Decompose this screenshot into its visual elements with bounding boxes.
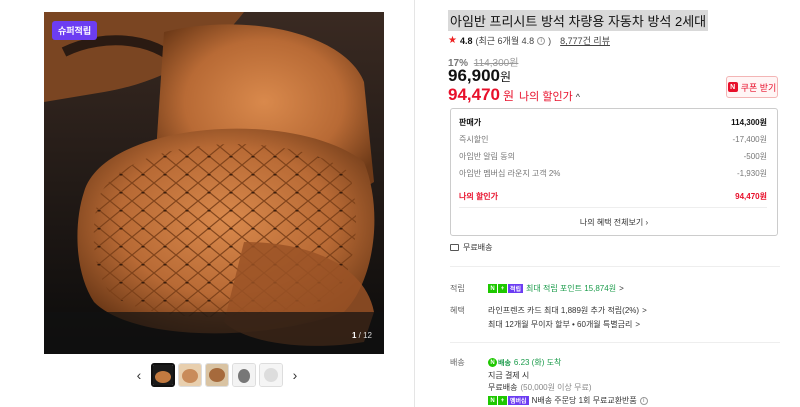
sale-price: 96,900원 (448, 66, 511, 86)
rating-score: 4.8 (459, 35, 473, 46)
arrival-date: 6.23 (화) 도착 (513, 358, 562, 367)
image-counter-total: / 12 (358, 331, 372, 340)
coupon-label: 쿠폰 받기 (740, 82, 777, 93)
installment-text: 최대 12개월 무이자 할부 • 60개월 특별금리 (488, 320, 633, 329)
my-price-value: 94,470 (448, 85, 500, 104)
installment-row[interactable]: 최대 12개월 무이자 할부 • 60개월 특별금리 > (488, 319, 640, 330)
points-label: 적립 (450, 284, 465, 293)
price-row: 아임반 알림 동의 -500원 (459, 151, 767, 162)
delivery-arrival-row: N 배송 6.23 (화) 도착 (488, 357, 561, 368)
free-shipping-label: 무료배송 (463, 243, 493, 252)
review-count-link[interactable]: 8,777건 리뷰 (560, 34, 610, 47)
my-price-row-value: 94,470원 (735, 192, 767, 201)
my-price-row-label: 나의 할인가 (459, 192, 499, 201)
super-points-badge: 슈퍼적립 (52, 21, 98, 40)
image-counter-current: 1 (351, 331, 357, 340)
naver-plus-icon: N + 적립 (488, 284, 524, 293)
thumbnail-1[interactable] (151, 363, 175, 387)
price-row-value: -1,930원 (736, 169, 767, 178)
sale-price-value: 96,900 (448, 66, 500, 85)
chevron-left-icon[interactable]: ‹ (130, 363, 148, 387)
free-return-line[interactable]: N + 멤버십 N배송 주문당 1회 무료교환반품 i (488, 395, 648, 406)
chevron-right-icon: › (645, 218, 649, 227)
price-breakdown-box: 판매가 114,300원 즉시할인 -17,400원 아임반 알림 동의 -50… (450, 108, 778, 236)
delivery-free-note: (50,000원 이상 무료) (520, 383, 592, 392)
divider (459, 207, 767, 208)
price-row-value: -17,400원 (732, 135, 768, 144)
info-icon[interactable]: i (537, 36, 546, 45)
naver-n-icon: N (727, 82, 738, 92)
n-delivery-icon: N (488, 358, 497, 367)
view-all-benefits-link[interactable]: 나의 혜택 전체보기 › (451, 217, 777, 228)
membership-badge-text: 멤버십 (508, 396, 529, 405)
price-row: 즉시할인 -17,400원 (459, 134, 767, 145)
points-text: 최대 적립 포인트 15,874원 (526, 284, 617, 293)
info-icon[interactable]: i (639, 396, 648, 405)
product-main-image[interactable]: 슈퍼적립 1 / 12 (44, 12, 384, 354)
truck-icon (450, 244, 459, 251)
naver-plus-icon: N + 멤버십 (488, 396, 529, 405)
card-benefit-row[interactable]: 라인프렌즈 카드 최대 1,889원 추가 적립(2%) > (488, 305, 647, 316)
thumbnail-2[interactable] (178, 363, 202, 387)
free-shipping-row: 무료배송 (450, 242, 492, 253)
free-return-text: N배송 주문당 1회 무료교환반품 (531, 396, 637, 405)
my-price-unit: 원 (503, 89, 515, 103)
price-row-label: 아임반 멤버십 라운지 고객 2% (459, 169, 561, 178)
thumbnail-3[interactable] (205, 363, 229, 387)
delivery-line: 지금 결제 시 (488, 370, 529, 381)
price-row-label: 아임반 알림 동의 (459, 152, 515, 161)
price-row-value: 114,300원 (731, 118, 767, 127)
rating-row: ★ 4.8 (최근 6개월 4.8 i ) 8,777건 리뷰 (448, 34, 610, 47)
n-delivery-badge: N 배송 (488, 358, 511, 368)
delivery-label: 배송 (450, 358, 465, 367)
delivery-free-line: 무료배송 (50,000원 이상 무료) (488, 382, 592, 393)
thumbnail-4[interactable] (232, 363, 256, 387)
my-price-label: 나의 할인가 (519, 91, 573, 103)
chevron-right-icon: > (642, 306, 647, 315)
product-info-panel: 아임반 프리시트 방석 차량용 자동차 방석 2세대 ★ 4.8 (최근 6개월… (448, 0, 788, 407)
chevron-right-icon[interactable]: › (286, 363, 304, 387)
image-counter: 1 / 12 (352, 331, 372, 340)
points-row[interactable]: N + 적립 최대 적립 포인트 15,874원 > (488, 283, 624, 294)
price-row: 판매가 114,300원 (459, 117, 767, 128)
sale-price-unit: 원 (500, 70, 512, 84)
view-all-benefits-label: 나의 혜택 전체보기 (579, 218, 644, 227)
rating-detail: (최근 6개월 4.8 (475, 36, 535, 46)
star-icon: ★ (448, 35, 457, 46)
card-benefit-text: 라인프렌즈 카드 최대 1,889원 추가 적립(2%) (488, 306, 640, 315)
rating-detail-close: ) (548, 35, 552, 46)
my-price-row: 나의 할인가 94,470원 (459, 191, 767, 202)
my-discount-price[interactable]: 94,470 원 나의 할인가 ^ (448, 85, 580, 105)
divider (450, 266, 780, 267)
thumbnail-5[interactable] (259, 363, 283, 387)
delivery-line-text: 지금 결제 시 (488, 371, 530, 380)
divider (450, 342, 780, 343)
chevron-up-icon: ^ (575, 92, 580, 102)
chevron-right-icon: > (635, 320, 641, 329)
price-row-label: 판매가 (459, 118, 482, 127)
product-title: 아임반 프리시트 방석 차량용 자동차 방석 2세대 (448, 10, 709, 31)
thumbnail-strip: ‹ › (130, 362, 304, 388)
delivery-free-text: 무료배송 (488, 383, 518, 392)
n-delivery-badge-text: 배송 (498, 359, 511, 367)
chevron-right-icon: > (619, 284, 624, 293)
car-seat-image (44, 12, 384, 354)
benefits-label: 혜택 (450, 306, 465, 315)
column-divider (414, 0, 415, 407)
price-row: 아임반 멤버십 라운지 고객 2% -1,930원 (459, 168, 767, 179)
points-badge-text: 적립 (508, 284, 524, 293)
price-row-label: 즉시할인 (459, 135, 489, 144)
coupon-button[interactable]: N 쿠폰 받기 (726, 76, 778, 98)
price-row-value: -500원 (743, 152, 767, 161)
